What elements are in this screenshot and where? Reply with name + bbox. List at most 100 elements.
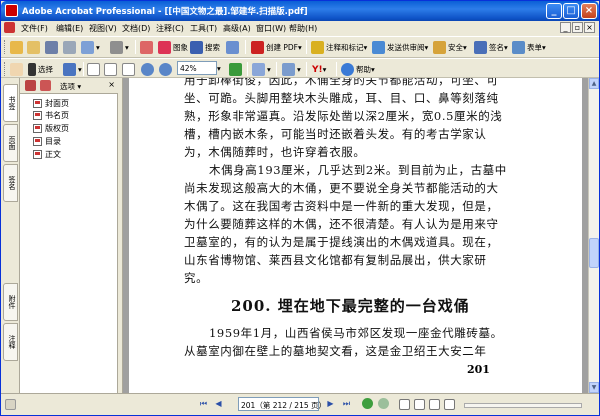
doc-close-button[interactable]: × [584, 22, 595, 33]
close-panel-icon[interactable]: × [108, 80, 115, 89]
play-icon[interactable] [229, 63, 242, 76]
page-size-icon [5, 399, 16, 410]
zoom-out-icon[interactable] [141, 63, 154, 76]
email-icon[interactable] [81, 41, 94, 54]
create-pdf-button[interactable]: 创建 PDF ▾ [251, 40, 302, 55]
image-button[interactable]: 图象 [158, 40, 188, 55]
menu-advanced[interactable]: 高级(A) [223, 23, 251, 34]
secondary-toolbar: 选择 ▾ 42% ▾ ▾ ▾ Y! ▾ 帮助 ▾ [1, 58, 599, 78]
text-line: 木偶了。这在我国考古资料中是一件新的重大发现，但是， [184, 199, 499, 213]
fit-width-icon[interactable] [122, 63, 135, 76]
text-line: 坐、可跪。头脚用整块木头雕成，耳、目、口、鼻等刻落纯 [184, 91, 499, 105]
close-button[interactable]: × [581, 3, 597, 19]
save-icon[interactable] [45, 41, 58, 54]
help-icon [341, 63, 354, 76]
folder-icon[interactable] [27, 41, 40, 54]
continuous-icon[interactable] [414, 399, 425, 410]
comment-markup-button[interactable]: 注释和标记 ▾ [311, 40, 367, 55]
bookmark-item[interactable]: 目录 [33, 136, 61, 147]
bookmarks-header: 选项 ▾ × [20, 78, 118, 94]
title-bar[interactable]: Adobe Acrobat Professional - [[中国文物之最].邹… [1, 1, 599, 21]
tab-comments[interactable]: 注释 [3, 323, 18, 361]
tab-pages[interactable]: 页面 [3, 124, 18, 162]
status-bar: ⏮ ◀ 201（第 212 / 215 页） ▶ ⏭ [1, 393, 599, 415]
sign-button[interactable]: 签名 ▾ [474, 40, 508, 55]
first-page-button[interactable]: ⏮ [198, 399, 209, 410]
rotate-icon[interactable] [252, 63, 265, 76]
zoom-level-field[interactable]: 42% [177, 61, 217, 75]
attach-icon[interactable] [110, 41, 123, 54]
menu-view[interactable]: 视图(V) [89, 23, 117, 34]
comment-icon[interactable] [140, 41, 153, 54]
open-icon[interactable] [10, 41, 23, 54]
menu-edit[interactable]: 编辑(E) [56, 23, 83, 34]
print-icon[interactable] [63, 41, 76, 54]
fit-page-icon[interactable] [104, 63, 117, 76]
facing-icon[interactable] [429, 399, 440, 410]
pdf-page: 用于卸棒街俊，因此，木俑全身的关节都能活动，可坐、可 坐、可跪。头脚用整块木头雕… [129, 78, 582, 393]
menu-tools[interactable]: 工具(T) [190, 23, 217, 34]
select-tool-button[interactable]: 选择 [28, 62, 53, 77]
search-icon [190, 41, 203, 54]
bookmark-item[interactable]: 封面页 [33, 98, 69, 109]
tab-attachments[interactable]: 附件 [3, 283, 18, 321]
menu-bar: 文件(F) 编辑(E) 视图(V) 文档(D) 注释(C) 工具(T) 高级(A… [1, 21, 599, 36]
yahoo-icon[interactable]: Y! [312, 65, 323, 75]
menu-file[interactable]: 文件(F) [21, 23, 48, 34]
bookmark-item[interactable]: 版权页 [33, 123, 69, 134]
new-bookmark-icon[interactable] [25, 80, 36, 91]
menu-document[interactable]: 文档(D) [122, 23, 150, 34]
printed-page-number: 201 [467, 363, 490, 376]
text-line: 1959年1月，山西省侯马市郊区发现一座金代雕砖墓。 [209, 326, 503, 340]
send-review-button[interactable]: 发送供审阅 ▾ [372, 40, 428, 55]
text-line: 槽，槽内嵌木条，可能当时还嵌着头发。有的考古学家认 [184, 127, 487, 141]
help-button[interactable]: 帮助 ▾ [341, 62, 375, 77]
bookmark-item[interactable]: 正文 [33, 149, 61, 160]
text-line: 木偶身高193厘米，几乎达到2米。到目前为止，古墓中 [209, 163, 507, 177]
text-line: 卫墓室的，有的认为是属于提线演出的木偶戏道具。现在， [184, 235, 499, 249]
bookmark-icon [33, 124, 42, 133]
document-viewport[interactable]: 用于卸棒街俊，因此，木俑全身的关节都能活动，可坐、可 坐、可跪。头脚用整块木头雕… [123, 78, 588, 393]
zoom-dropdown[interactable]: ▾ [217, 61, 221, 76]
menu-help[interactable]: 帮助(H) [289, 23, 317, 34]
zoom-in-icon[interactable] [159, 63, 172, 76]
doc-restore-button[interactable]: ▫ [572, 22, 583, 33]
document-icon[interactable] [4, 22, 15, 33]
text-line: 尚未发现这般高大的木俑，更不要说全身关节都能活动的大 [184, 181, 499, 195]
window-title: Adobe Acrobat Professional - [[中国文物之最].邹… [22, 7, 308, 17]
scroll-up-button[interactable]: ▲ [589, 78, 599, 89]
forms-button[interactable]: 表单 ▾ [512, 40, 546, 55]
bookmarks-options-button[interactable]: 选项 ▾ [60, 81, 81, 92]
actual-size-icon[interactable] [87, 63, 100, 76]
menu-window[interactable]: 窗口(W) [256, 23, 286, 34]
delete-bookmark-icon[interactable] [40, 80, 51, 91]
vertical-scrollbar[interactable]: ▲ ▼ [588, 78, 599, 393]
markup-icon [311, 41, 324, 54]
tab-bookmarks[interactable]: 书签 [3, 84, 18, 122]
maximize-button[interactable]: □ [563, 3, 579, 19]
doc-minimize-button[interactable]: _ [560, 22, 571, 33]
next-page-button[interactable]: ▶ [325, 399, 336, 410]
minimize-button[interactable]: _ [546, 3, 562, 19]
page-number-field[interactable]: 201（第 212 / 215 页） [238, 397, 326, 411]
menu-comments[interactable]: 注释(C) [156, 23, 184, 34]
previous-page-button[interactable]: ◀ [213, 399, 224, 410]
continuous-facing-icon[interactable] [444, 399, 455, 410]
go-forward-icon[interactable] [378, 398, 389, 409]
page-layout-icon[interactable] [282, 63, 295, 76]
text-line: 为，木偶随葬时，也许穿着衣服。 [184, 145, 366, 159]
text-line: 熟，形象非常逼真。沿发际处凿以深2厘米，宽0.5厘米的浅 [184, 109, 503, 123]
hand-tool-icon[interactable] [10, 63, 23, 76]
bookmark-item[interactable]: 书名页 [33, 110, 69, 121]
zoom-tool-icon[interactable] [63, 63, 76, 76]
scroll-down-button[interactable]: ▼ [589, 382, 599, 393]
security-button[interactable]: 安全 ▾ [433, 40, 467, 55]
single-page-icon[interactable] [399, 399, 410, 410]
scroll-thumb[interactable] [589, 238, 599, 268]
page-icon[interactable] [226, 41, 239, 54]
horizontal-scrollbar[interactable] [464, 403, 582, 408]
last-page-button[interactable]: ⏭ [341, 399, 352, 410]
tab-signatures[interactable]: 签名 [3, 164, 18, 202]
search-button[interactable]: 搜索 [190, 40, 220, 55]
go-back-icon[interactable] [362, 398, 373, 409]
